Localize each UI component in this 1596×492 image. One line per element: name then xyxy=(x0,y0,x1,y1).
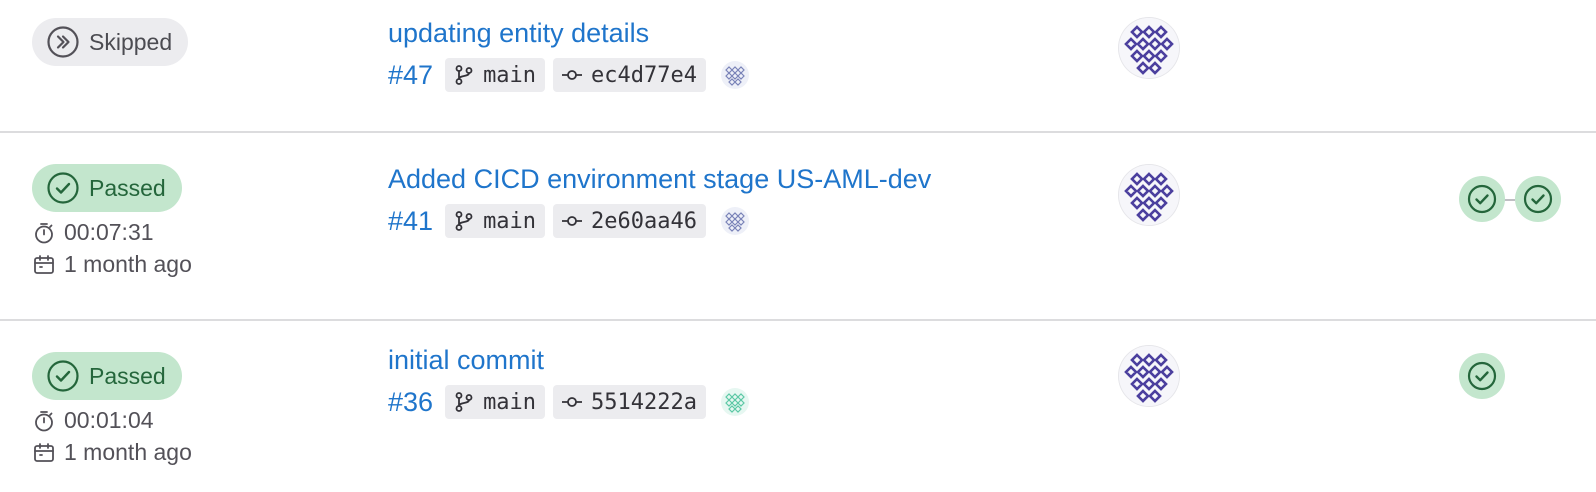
stage-success-icon xyxy=(1523,184,1553,214)
branch-ref[interactable]: main xyxy=(445,385,546,419)
triggerer-avatar[interactable] xyxy=(1118,17,1180,79)
stage-success-icon xyxy=(1467,184,1497,214)
pipeline-finished: 1 month ago xyxy=(32,251,192,278)
commit-title-link[interactable]: initial commit xyxy=(388,345,544,376)
branch-icon xyxy=(455,392,473,412)
pipeline-info: #36 main 5514222a xyxy=(388,385,750,419)
branch-ref[interactable]: main xyxy=(445,58,546,92)
pipeline-duration: 00:07:31 xyxy=(32,219,154,246)
calendar-icon xyxy=(34,442,54,462)
stage-success-icon xyxy=(1467,361,1497,391)
calendar-icon xyxy=(34,254,54,274)
status-badge[interactable]: Skipped xyxy=(32,18,189,66)
pipeline-row: Passed 00:07:31 1 month ago Added CICD e… xyxy=(0,133,1596,319)
pipeline-row: Passed 00:01:04 1 month ago initial comm… xyxy=(0,321,1596,492)
pipeline-info: #41 main 2e60aa46 xyxy=(388,204,750,238)
timer-icon xyxy=(35,410,53,431)
commit-sha[interactable]: 5514222a xyxy=(553,385,707,419)
branch-name: main xyxy=(483,389,537,415)
pipeline-info: #47 main ec4d77e4 xyxy=(388,58,750,92)
commit-sha[interactable]: 2e60aa46 xyxy=(553,204,707,238)
branch-ref[interactable]: main xyxy=(445,204,546,238)
committer-avatar[interactable] xyxy=(720,387,750,417)
passed-status-icon xyxy=(47,172,79,204)
commit-sha-text: 2e60aa46 xyxy=(591,208,698,234)
status-label: Skipped xyxy=(89,28,173,55)
triggerer-avatar[interactable] xyxy=(1118,345,1180,407)
status-label: Passed xyxy=(89,362,166,389)
stage-status-button[interactable] xyxy=(1459,353,1505,399)
commit-sha-text: 5514222a xyxy=(591,389,698,415)
pipeline-finished: 1 month ago xyxy=(32,439,192,466)
committer-avatar[interactable] xyxy=(720,60,750,90)
status-label: Passed xyxy=(89,174,166,201)
status-badge[interactable]: Passed xyxy=(32,352,182,400)
timer-icon xyxy=(35,222,53,243)
commit-icon xyxy=(562,70,583,80)
commit-sha-text: ec4d77e4 xyxy=(591,62,698,88)
pipeline-id-link[interactable]: #36 xyxy=(388,387,433,418)
commit-sha[interactable]: ec4d77e4 xyxy=(553,58,707,92)
branch-icon xyxy=(455,65,473,85)
finished-text: 1 month ago xyxy=(64,439,192,465)
finished-text: 1 month ago xyxy=(64,251,192,277)
commit-title-link[interactable]: updating entity details xyxy=(388,18,649,49)
passed-status-icon xyxy=(47,360,79,392)
commit-title-link[interactable]: Added CICD environment stage US-AML-dev xyxy=(388,164,931,195)
stage-status-button[interactable] xyxy=(1459,176,1505,222)
commit-icon xyxy=(562,397,583,407)
skipped-status-icon xyxy=(47,26,79,58)
pipeline-id-link[interactable]: #47 xyxy=(388,60,433,91)
status-badge[interactable]: Passed xyxy=(32,164,182,212)
branch-icon xyxy=(455,211,473,231)
duration-text: 00:01:04 xyxy=(64,407,154,433)
duration-text: 00:07:31 xyxy=(64,219,154,245)
pipeline-id-link[interactable]: #41 xyxy=(388,206,433,237)
pipeline-duration: 00:01:04 xyxy=(32,407,154,434)
branch-name: main xyxy=(483,208,537,234)
commit-icon xyxy=(562,216,583,226)
branch-name: main xyxy=(483,62,537,88)
committer-avatar[interactable] xyxy=(720,206,750,236)
triggerer-avatar[interactable] xyxy=(1118,164,1180,226)
stage-status-button[interactable] xyxy=(1515,176,1561,222)
pipeline-row: Skipped updating entity details #47 main… xyxy=(0,0,1596,131)
